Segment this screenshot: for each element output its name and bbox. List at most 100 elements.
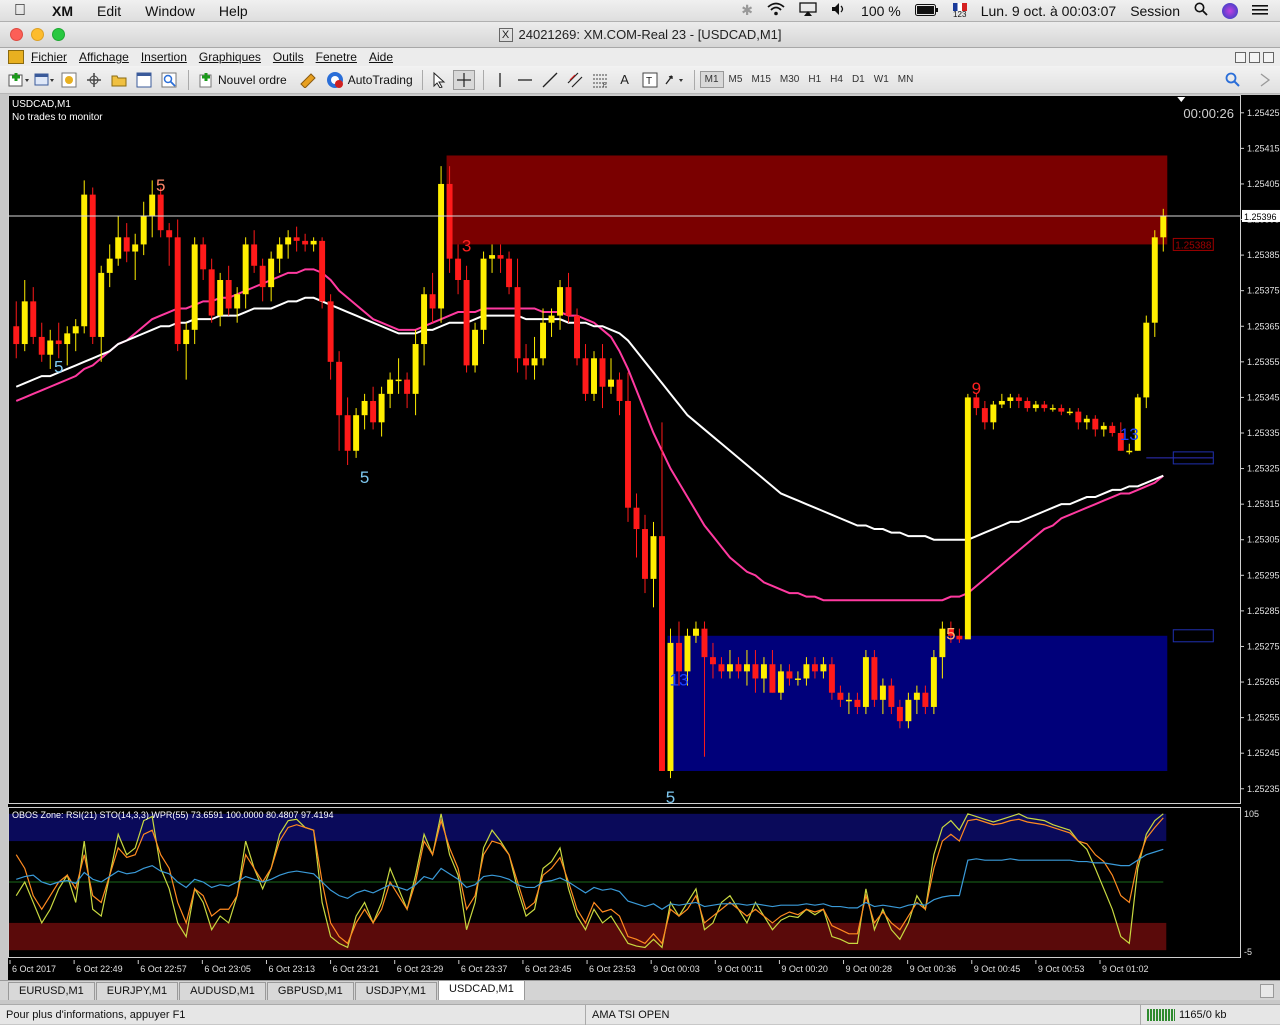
- arrows-tool[interactable]: [664, 70, 686, 90]
- menu-window[interactable]: Window: [133, 3, 207, 19]
- timeframe-m30[interactable]: M30: [776, 72, 803, 87]
- tabs-scroll-button[interactable]: [1260, 983, 1274, 998]
- window-close-button[interactable]: [10, 28, 23, 41]
- timeframe-d1[interactable]: D1: [848, 72, 869, 87]
- menu-aide[interactable]: Aide: [366, 50, 402, 64]
- tab-eurjpy[interactable]: EURJPY,M1: [95, 982, 179, 1000]
- airplay-icon[interactable]: [799, 2, 817, 19]
- timeframe-h1[interactable]: H1: [804, 72, 825, 87]
- new-order-button[interactable]: Nouvel ordre: [194, 72, 291, 88]
- menu-insertion[interactable]: Insertion: [138, 50, 196, 64]
- window-zoom-button[interactable]: [52, 28, 65, 41]
- clock[interactable]: Lun. 9 oct. à 00:03:07: [981, 3, 1116, 19]
- battery-icon[interactable]: [914, 3, 939, 19]
- menu-fichier[interactable]: Fichier: [28, 50, 76, 64]
- x-tick-label: 9 Oct 00:36: [910, 964, 957, 974]
- candle-bear: [1109, 425, 1116, 433]
- tab-usdcad[interactable]: USDCAD,M1: [438, 980, 525, 1000]
- tab-gbpusd[interactable]: GBPUSD,M1: [266, 982, 354, 1000]
- channel-tool[interactable]: [564, 70, 586, 90]
- candle-bull: [191, 244, 198, 330]
- candle-bull: [412, 344, 419, 394]
- menu-outils[interactable]: Outils: [270, 50, 313, 64]
- price-chart[interactable]: 5 3 5 5 9 13 13 5 5 1.25388 1.25425 1.25415 1.25405 1…: [8, 95, 1280, 805]
- terminal-button[interactable]: [133, 70, 155, 90]
- battery-percent[interactable]: 100 %: [861, 3, 901, 19]
- candle-bull: [242, 244, 249, 295]
- window-minimize-button[interactable]: [31, 28, 44, 41]
- tab-eurusd[interactable]: EURUSD,M1: [8, 982, 95, 1000]
- cursor-tool[interactable]: [428, 70, 450, 90]
- candle-bull: [531, 358, 538, 366]
- tab-usdjpy[interactable]: USDJPY,M1: [354, 982, 438, 1000]
- mt4-app-icon[interactable]: [8, 50, 24, 64]
- timeframe-m15[interactable]: M15: [747, 72, 774, 87]
- candle-bear: [616, 379, 623, 401]
- spotlight-search-icon[interactable]: [1194, 2, 1208, 19]
- menu-fenetre[interactable]: Fenetre: [313, 50, 366, 64]
- horizontal-line-tool[interactable]: [514, 70, 536, 90]
- candle-bull: [421, 294, 428, 345]
- candle-bear: [463, 280, 470, 366]
- candle-bear: [574, 315, 580, 359]
- input-source-icon[interactable]: 123: [952, 2, 967, 19]
- profiles-button[interactable]: [33, 70, 55, 90]
- menu-help[interactable]: Help: [207, 3, 260, 19]
- candle-bull: [1049, 408, 1056, 410]
- menu-affichage[interactable]: Affichage: [76, 50, 138, 64]
- candle-bear: [1041, 404, 1048, 409]
- strategy-tester-button[interactable]: [158, 70, 180, 90]
- apple-icon[interactable]: : [0, 2, 40, 20]
- toolbar-separator: [421, 69, 423, 90]
- x-tick-label: 9 Oct 00:45: [974, 964, 1021, 974]
- bluetooth-icon[interactable]: ✱: [741, 2, 753, 19]
- status-profile[interactable]: AMA TSI OPEN: [585, 1004, 1140, 1025]
- osc-top-tick: 105: [1244, 809, 1259, 819]
- child-minimize-button[interactable]: [1235, 51, 1246, 63]
- data-window-button[interactable]: [83, 70, 105, 90]
- candle-bull: [47, 340, 54, 355]
- vertical-line-tool[interactable]: [489, 70, 511, 90]
- candle-bull: [115, 237, 122, 259]
- timeframe-h4[interactable]: H4: [826, 72, 847, 87]
- market-watch-button[interactable]: [58, 70, 80, 90]
- notification-center-icon[interactable]: [1252, 3, 1268, 19]
- child-restore-button[interactable]: [1249, 51, 1260, 63]
- oscillator-panel[interactable]: OBOS Zone: RSI(21) STO(14,3,3) WPR(55) 7…: [8, 807, 1280, 959]
- menu-edit[interactable]: Edit: [85, 3, 133, 19]
- tab-audusd[interactable]: AUDUSD,M1: [179, 982, 266, 1000]
- x-tick-label: 6 Oct 23:05: [204, 964, 251, 974]
- status-help-text: Pour plus d'informations, appuyer F1: [6, 1008, 186, 1021]
- text-label-tool[interactable]: T: [639, 70, 661, 90]
- text-tool[interactable]: A: [614, 70, 636, 90]
- toolbar-overflow-icon[interactable]: [1254, 70, 1276, 90]
- metaeditor-button[interactable]: [297, 70, 319, 90]
- y-tick-label: 1.25365: [1247, 321, 1280, 331]
- new-chart-button[interactable]: [8, 70, 30, 90]
- volume-icon[interactable]: [831, 2, 847, 19]
- menu-graphiques[interactable]: Graphiques: [196, 50, 270, 64]
- candle-bull: [183, 329, 190, 345]
- chart-window[interactable]: 5 3 5 5 9 13 13 5 5 1.25388 1.25425 1.25415 1.25405 1…: [8, 95, 1280, 980]
- search-icon[interactable]: [1222, 70, 1244, 90]
- x-tick-label: 9 Oct 01:02: [1102, 964, 1149, 974]
- toolbar-separator: [188, 69, 189, 90]
- autotrading-button[interactable]: AutoTrading: [322, 71, 417, 89]
- siri-icon[interactable]: [1222, 2, 1238, 19]
- trendline-tool[interactable]: [539, 70, 561, 90]
- navigator-button[interactable]: [108, 70, 130, 90]
- timeframe-w1[interactable]: W1: [870, 72, 893, 87]
- fibonacci-tool[interactable]: F: [589, 70, 611, 90]
- timeframe-m5[interactable]: M5: [725, 72, 747, 87]
- osc-zone: [9, 922, 1167, 951]
- timeframe-mn[interactable]: MN: [894, 72, 918, 87]
- child-close-button[interactable]: [1263, 51, 1274, 63]
- annotation-label: 13: [670, 671, 689, 690]
- wifi-icon[interactable]: [767, 2, 785, 19]
- crosshair-tool[interactable]: [452, 69, 475, 90]
- timeframe-m1[interactable]: M1: [699, 71, 724, 88]
- app-menu-xm[interactable]: XM: [40, 3, 85, 19]
- rsi-line: [16, 848, 1164, 910]
- session-menu[interactable]: Session: [1130, 3, 1180, 19]
- annotation-label: 5: [156, 176, 165, 195]
